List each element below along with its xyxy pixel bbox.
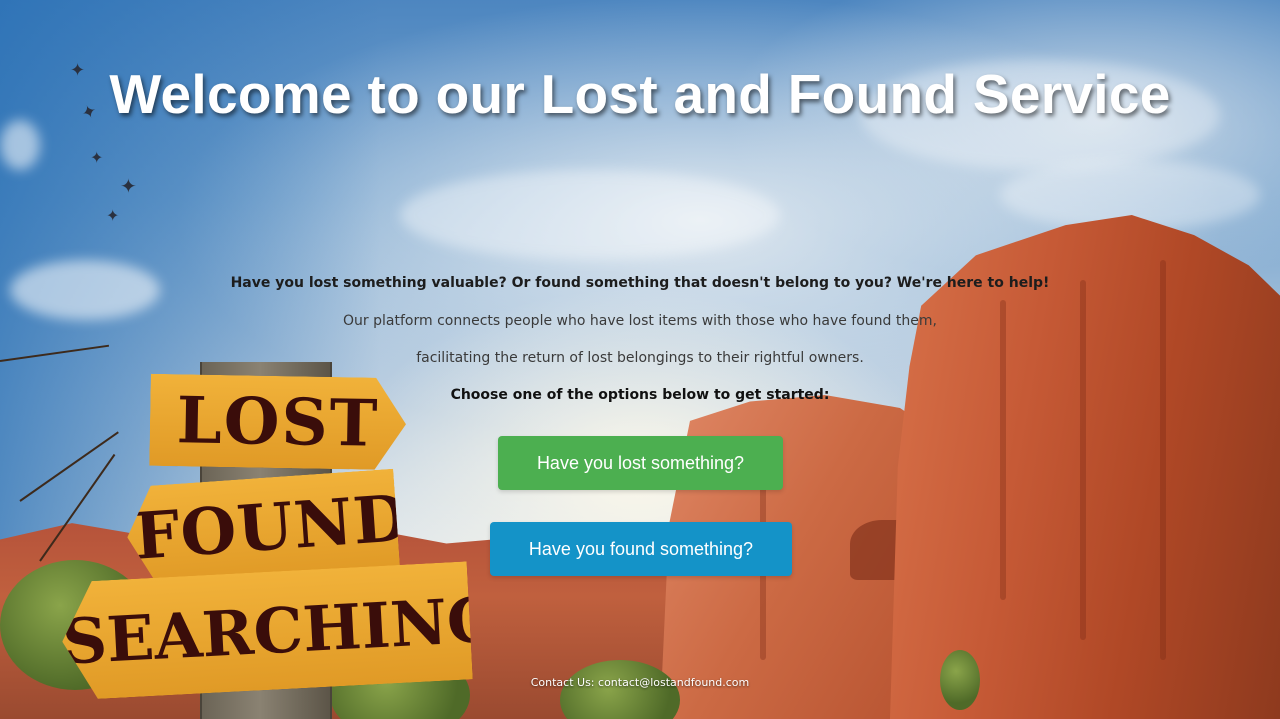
cloud: [0, 120, 40, 170]
footer-contact-label: Contact Us:: [530, 676, 595, 689]
bird-icon: ✦: [120, 174, 137, 198]
cloud: [400, 170, 780, 260]
contact-email-link[interactable]: contact@lostandfound.com: [598, 676, 749, 689]
intro-lead: Have you lost something valuable? Or fou…: [230, 275, 1050, 291]
page-title: Welcome to our Lost and Found Service: [109, 63, 1171, 125]
intro-line: Our platform connects people who have lo…: [343, 313, 937, 329]
intro-line: facilitating the return of lost belongin…: [416, 350, 864, 366]
bird-icon: ✦: [90, 148, 104, 167]
cta-prompt: Choose one of the options below to get s…: [450, 387, 830, 403]
bird-icon: ✦: [106, 206, 120, 225]
lost-something-button[interactable]: Have you lost something?: [498, 436, 783, 490]
footer: Contact Us: contact@lostandfound.com: [0, 676, 1280, 689]
intro-section: Have you lost something valuable? Or fou…: [0, 273, 1280, 405]
found-something-button[interactable]: Have you found something?: [490, 522, 792, 576]
